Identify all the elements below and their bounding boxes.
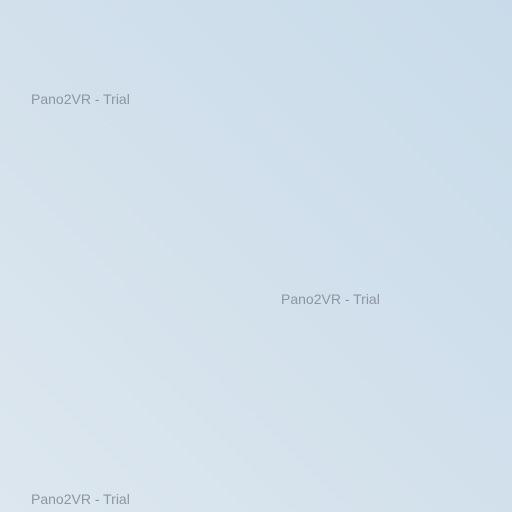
trial-watermark: Pano2VR - Trial (281, 291, 380, 307)
trial-watermark: Pano2VR - Trial (31, 491, 130, 507)
panorama-viewport[interactable]: Pano2VR - Trial Pano2VR - Trial Pano2VR … (0, 0, 512, 512)
trial-watermark: Pano2VR - Trial (31, 91, 130, 107)
